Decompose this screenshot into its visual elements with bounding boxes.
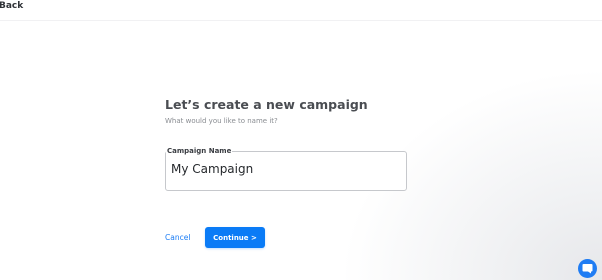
page-subtitle: What would you like to name it? [165,117,278,125]
cancel-button[interactable]: Cancel [165,233,190,242]
continue-button[interactable]: Continue > [205,227,265,248]
top-bar: Back [0,0,602,21]
back-link[interactable]: Back [0,1,23,11]
page-title: Let’s create a new campaign [165,97,368,112]
campaign-name-input[interactable] [171,162,396,176]
chat-launcher-button[interactable] [578,259,597,278]
chat-icon [582,264,593,274]
campaign-name-label: Campaign Name [166,147,233,155]
